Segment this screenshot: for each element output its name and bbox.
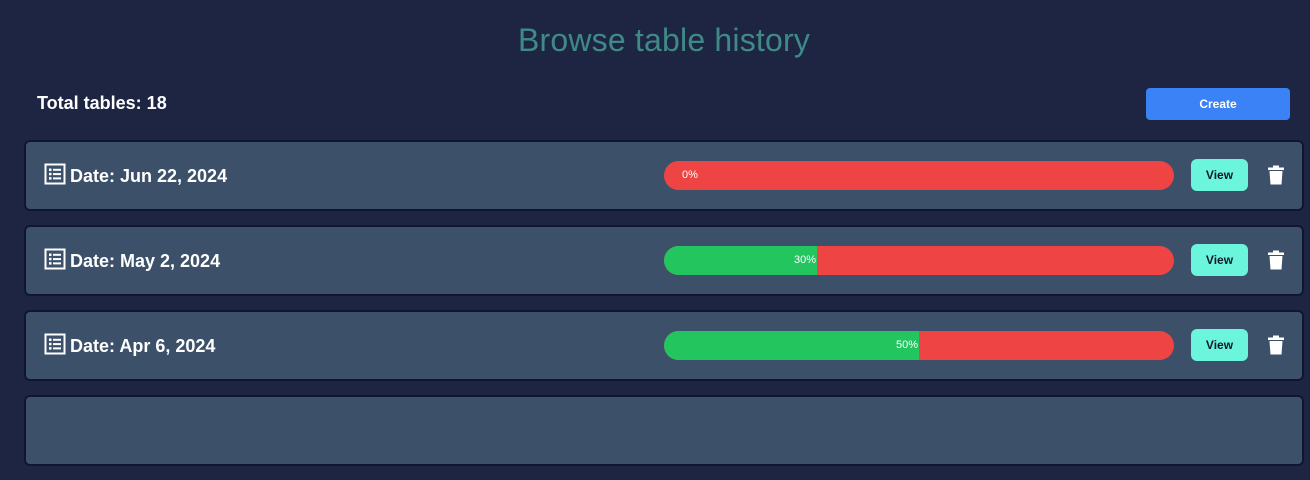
view-button[interactable]: View bbox=[1191, 244, 1248, 276]
list-item: Date: Jun 22, 2024 0% View bbox=[24, 140, 1304, 211]
progress-label: 50% bbox=[895, 339, 918, 351]
trash-icon[interactable] bbox=[1267, 250, 1285, 270]
trash-icon[interactable] bbox=[1267, 165, 1285, 185]
view-button[interactable]: View bbox=[1191, 329, 1248, 361]
table-list-icon bbox=[44, 333, 66, 355]
list-item: Date: May 2, 2024 30% View bbox=[24, 225, 1304, 296]
table-list-icon bbox=[44, 163, 66, 185]
table-history-list: Date: Jun 22, 2024 0% View Date: May 2, … bbox=[24, 140, 1304, 480]
row-date: Date: Apr 6, 2024 bbox=[70, 336, 216, 356]
progress-label: 30% bbox=[793, 254, 816, 266]
progress-bar-fill bbox=[664, 331, 919, 360]
view-button[interactable]: View bbox=[1191, 159, 1248, 191]
progress-bar: 30% bbox=[664, 246, 1174, 275]
progress-bar: 0% bbox=[664, 161, 1174, 190]
row-date: Date: May 2, 2024 bbox=[70, 251, 221, 271]
table-list-icon bbox=[44, 248, 66, 270]
list-item-partial bbox=[24, 395, 1304, 466]
list-item: Date: Apr 6, 2024 50% View bbox=[24, 310, 1304, 381]
progress-label: 0% bbox=[682, 169, 698, 181]
progress-bar: 50% bbox=[664, 331, 1174, 360]
total-tables-count: Total tables: 18 bbox=[37, 93, 167, 113]
row-date: Date: Jun 22, 2024 bbox=[70, 166, 228, 186]
trash-icon[interactable] bbox=[1267, 335, 1285, 355]
page-title: Browse table history bbox=[517, 22, 811, 58]
create-button[interactable]: Create bbox=[1146, 88, 1290, 120]
